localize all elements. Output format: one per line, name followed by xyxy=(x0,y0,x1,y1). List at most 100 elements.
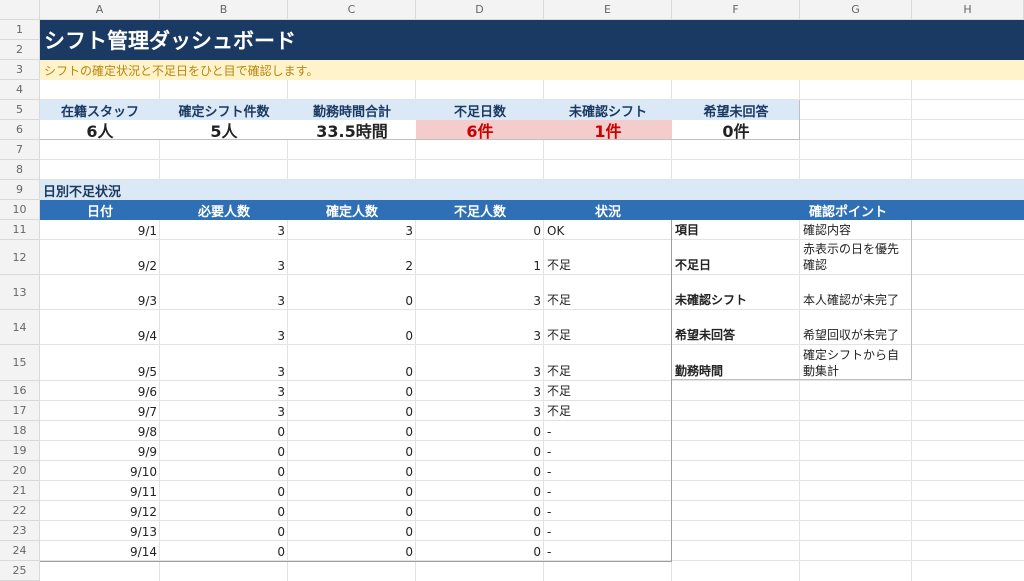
points-item[interactable]: 未確認シフト xyxy=(672,275,800,310)
shortage-cell[interactable]: 0 xyxy=(416,541,544,561)
kpi-label-confirmed-shifts[interactable]: 確定シフト件数 xyxy=(160,100,288,120)
shortage-cell[interactable]: 3 xyxy=(416,345,544,381)
date-cell[interactable]: 9/12 xyxy=(40,501,160,521)
points-header[interactable]: 確認ポイント xyxy=(672,200,1024,220)
confirmed-cell[interactable]: 0 xyxy=(288,521,416,541)
row-header-12[interactable]: 12 xyxy=(0,240,40,275)
kpi-value-total-hours[interactable]: 33.5時間 xyxy=(288,120,416,141)
row-header-4[interactable]: 4 xyxy=(0,80,40,100)
points-content[interactable]: 本人確認が未完了 xyxy=(800,275,912,310)
confirmed-cell[interactable]: 0 xyxy=(288,441,416,461)
column-header-h[interactable]: H xyxy=(912,0,1024,20)
points-col-item[interactable]: 項目 xyxy=(672,220,800,240)
row-header-16[interactable]: 16 xyxy=(0,381,40,401)
dashboard-subtitle[interactable]: シフトの確定状況と不足日をひと目で確認します。 xyxy=(40,60,1024,80)
required-cell[interactable]: 3 xyxy=(160,401,288,421)
required-cell[interactable]: 0 xyxy=(160,421,288,441)
kpi-label-shortage-days[interactable]: 不足日数 xyxy=(416,100,544,120)
required-cell[interactable]: 3 xyxy=(160,275,288,310)
required-cell[interactable]: 0 xyxy=(160,521,288,541)
status-cell[interactable]: - xyxy=(544,501,672,521)
required-cell[interactable]: 0 xyxy=(160,501,288,521)
points-content[interactable]: 希望回収が未完了 xyxy=(800,310,912,345)
required-cell[interactable]: 3 xyxy=(160,220,288,240)
section-title[interactable]: 日別不足状況 xyxy=(40,180,1024,200)
row-header-20[interactable]: 20 xyxy=(0,461,40,481)
shortage-cell[interactable]: 0 xyxy=(416,421,544,441)
row-header-6[interactable]: 6 xyxy=(0,120,40,140)
row-header-2[interactable]: 2 xyxy=(0,40,40,60)
row-header-11[interactable]: 11 xyxy=(0,220,40,240)
shortage-cell[interactable]: 3 xyxy=(416,310,544,345)
required-cell[interactable]: 0 xyxy=(160,481,288,501)
points-col-content[interactable]: 確認内容 xyxy=(800,220,912,240)
row-header-3[interactable]: 3 xyxy=(0,60,40,80)
row-header-25[interactable]: 25 xyxy=(0,561,40,581)
date-cell[interactable]: 9/10 xyxy=(40,461,160,481)
required-cell[interactable]: 3 xyxy=(160,381,288,401)
column-header-c[interactable]: C xyxy=(288,0,416,20)
required-cell[interactable]: 0 xyxy=(160,461,288,481)
confirmed-cell[interactable]: 0 xyxy=(288,541,416,561)
required-cell[interactable]: 3 xyxy=(160,345,288,381)
status-cell[interactable]: - xyxy=(544,541,672,561)
date-cell[interactable]: 9/4 xyxy=(40,310,160,345)
date-cell[interactable]: 9/9 xyxy=(40,441,160,461)
row-header-19[interactable]: 19 xyxy=(0,441,40,461)
confirmed-cell[interactable]: 0 xyxy=(288,310,416,345)
date-cell[interactable]: 9/13 xyxy=(40,521,160,541)
kpi-label-unconfirmed[interactable]: 未確認シフト xyxy=(544,100,672,120)
kpi-label-staff[interactable]: 在籍スタッフ xyxy=(40,100,160,120)
status-cell[interactable]: - xyxy=(544,521,672,541)
table-header-required[interactable]: 必要人数 xyxy=(160,200,288,220)
select-all-corner[interactable] xyxy=(0,0,40,20)
kpi-label-no-response[interactable]: 希望未回答 xyxy=(672,100,800,120)
status-cell[interactable]: 不足 xyxy=(544,240,672,275)
points-content[interactable]: 赤表示の日を優先確認 xyxy=(800,240,912,275)
row-header-10[interactable]: 10 xyxy=(0,200,40,220)
required-cell[interactable]: 0 xyxy=(160,541,288,561)
points-content[interactable]: 確定シフトから自動集計 xyxy=(800,345,912,381)
row-header-13[interactable]: 13 xyxy=(0,275,40,310)
points-item[interactable]: 不足日 xyxy=(672,240,800,275)
shortage-cell[interactable]: 1 xyxy=(416,240,544,275)
column-header-a[interactable]: A xyxy=(40,0,160,20)
shortage-cell[interactable]: 0 xyxy=(416,461,544,481)
status-cell[interactable]: - xyxy=(544,461,672,481)
row-header-22[interactable]: 22 xyxy=(0,501,40,521)
status-cell[interactable]: - xyxy=(544,481,672,501)
shortage-cell[interactable]: 0 xyxy=(416,501,544,521)
confirmed-cell[interactable]: 2 xyxy=(288,240,416,275)
confirmed-cell[interactable]: 0 xyxy=(288,461,416,481)
date-cell[interactable]: 9/3 xyxy=(40,275,160,310)
confirmed-cell[interactable]: 0 xyxy=(288,381,416,401)
row-header-8[interactable]: 8 xyxy=(0,160,40,180)
shortage-cell[interactable]: 3 xyxy=(416,381,544,401)
date-cell[interactable]: 9/2 xyxy=(40,240,160,275)
status-cell[interactable]: 不足 xyxy=(544,401,672,421)
column-header-b[interactable]: B xyxy=(160,0,288,20)
date-cell[interactable]: 9/8 xyxy=(40,421,160,441)
table-header-date[interactable]: 日付 xyxy=(40,200,160,220)
column-header-d[interactable]: D xyxy=(416,0,544,20)
row-header-1[interactable]: 1 xyxy=(0,20,40,40)
shortage-cell[interactable]: 0 xyxy=(416,481,544,501)
points-item[interactable]: 希望未回答 xyxy=(672,310,800,345)
column-header-g[interactable]: G xyxy=(800,0,912,20)
table-header-status[interactable]: 状況 xyxy=(544,200,672,220)
row-header-23[interactable]: 23 xyxy=(0,521,40,541)
kpi-value-no-response[interactable]: 0件 xyxy=(672,120,800,141)
required-cell[interactable]: 3 xyxy=(160,240,288,275)
kpi-value-staff[interactable]: 6人 xyxy=(40,120,160,141)
status-cell[interactable]: 不足 xyxy=(544,381,672,401)
confirmed-cell[interactable]: 0 xyxy=(288,421,416,441)
status-cell[interactable]: 不足 xyxy=(544,310,672,345)
shortage-cell[interactable]: 0 xyxy=(416,441,544,461)
confirmed-cell[interactable]: 0 xyxy=(288,481,416,501)
status-cell[interactable]: 不足 xyxy=(544,275,672,310)
required-cell[interactable]: 0 xyxy=(160,441,288,461)
points-item[interactable]: 勤務時間 xyxy=(672,345,800,381)
dashboard-title[interactable]: シフト管理ダッシュボード xyxy=(40,20,1024,60)
row-header-17[interactable]: 17 xyxy=(0,401,40,421)
table-header-confirmed[interactable]: 確定人数 xyxy=(288,200,416,220)
